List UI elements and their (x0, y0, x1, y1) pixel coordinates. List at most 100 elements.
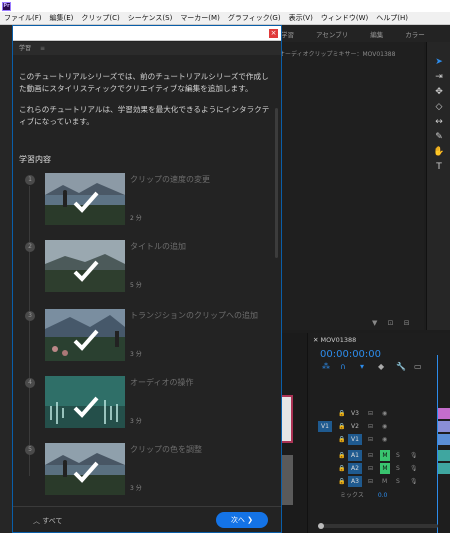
panel-menu-icon[interactable]: ≡ (40, 45, 45, 52)
insert-icon[interactable]: ⊡ (388, 319, 394, 327)
linked-selection-icon[interactable]: ∩ (340, 362, 346, 371)
timeline-scrollbar[interactable] (318, 523, 438, 529)
menu-help[interactable]: ヘルプ(H) (372, 13, 412, 23)
overwrite-icon[interactable]: ⊟ (404, 319, 410, 327)
next-button[interactable]: 次へ ❯ (216, 512, 268, 528)
sync-lock-icon[interactable]: ⊟ (368, 434, 373, 446)
workspace-tab-assembly[interactable]: アセンブリ (305, 29, 359, 39)
type-tool-icon[interactable]: T (432, 161, 446, 173)
mute-button[interactable]: M (380, 463, 390, 474)
menu-sequence[interactable]: シーケンス(S) (124, 13, 177, 23)
marker-icon[interactable]: ◆ (378, 362, 384, 371)
track-select-tool-icon[interactable]: ⇥ (432, 71, 446, 83)
sync-lock-icon[interactable]: ⊟ (368, 476, 373, 488)
step-number: 3 (25, 311, 35, 321)
tutorial-title: クリップの速度の変更 (130, 175, 210, 184)
menu-view[interactable]: 表示(V) (285, 13, 317, 23)
learn-scrollbar[interactable] (275, 108, 278, 258)
sync-lock-icon[interactable]: ⊟ (368, 450, 373, 462)
track-v1: 🔒 V1 ⊟ ◉ (312, 434, 450, 446)
eye-icon[interactable]: ◉ (382, 421, 387, 433)
lock-icon[interactable]: 🔒 (338, 408, 345, 420)
clip[interactable] (438, 450, 450, 461)
step-number: 2 (25, 242, 35, 252)
eye-icon[interactable]: ◉ (382, 408, 387, 420)
menu-marker[interactable]: マーカー(M) (176, 13, 224, 23)
see-all-link[interactable]: ︿ すべて (33, 516, 62, 526)
snap-icon[interactable]: ⁂ (322, 362, 330, 371)
clip[interactable] (438, 463, 450, 474)
close-button[interactable]: × (269, 29, 278, 38)
solo-button[interactable]: S (396, 463, 400, 475)
hand-tool-icon[interactable]: ✋ (432, 146, 446, 158)
track-label[interactable]: A1 (348, 450, 362, 461)
track-label[interactable]: A2 (348, 463, 362, 474)
mic-icon[interactable]: 🎙 (410, 463, 418, 475)
timeline-tab[interactable]: ✕ MOV01388 (313, 336, 356, 344)
mix-value[interactable]: 0.0 (378, 492, 388, 499)
tutorial-item[interactable]: 3 トランジションのクリップへの追加 3 分 (21, 309, 271, 364)
menu-file[interactable]: ファイル(F) (0, 13, 46, 23)
chevron-up-icon: ︿ (33, 517, 40, 525)
close-icon[interactable]: ✕ (313, 336, 318, 344)
tutorial-item[interactable]: 1 クリップの速度の変更 2 分 (21, 173, 271, 228)
lock-icon[interactable]: 🔒 (338, 476, 345, 488)
clip[interactable] (438, 434, 450, 445)
pen-tool-icon[interactable]: ✎ (432, 131, 446, 143)
tutorial-item[interactable]: 4 オーディオの操作 3 分 (21, 376, 271, 431)
mute-button[interactable]: M (380, 450, 390, 461)
tutorial-duration: 3 分 (130, 485, 142, 492)
girl-lake-icon (45, 173, 125, 225)
wrench-icon[interactable]: 🔧 (396, 362, 406, 371)
waveform-icon (45, 376, 125, 428)
filter-icon[interactable]: ▼ (372, 319, 377, 327)
panel-controls: ▼ ⊡ ⊟ (372, 319, 410, 327)
menu-clip[interactable]: クリップ(C) (77, 13, 123, 23)
captions-icon[interactable]: ▭ (414, 362, 422, 371)
solo-button[interactable]: S (396, 450, 400, 462)
mix-label: ミックス (340, 492, 364, 499)
menu-edit[interactable]: 編集(E) (46, 13, 78, 23)
clip[interactable] (438, 408, 450, 419)
clip[interactable] (438, 421, 450, 432)
tutorial-title: トランジションのクリップへの追加 (130, 311, 258, 320)
tutorial-item[interactable]: 2 タイトルの追加 5 分 (21, 240, 271, 295)
slip-tool-icon[interactable]: ↔ (432, 116, 446, 128)
audio-clip-mixer-panel (270, 42, 424, 330)
track-label[interactable]: V3 (348, 408, 362, 419)
ripple-edit-tool-icon[interactable]: ✥ (432, 86, 446, 98)
sync-lock-icon[interactable]: ⊟ (368, 463, 373, 475)
tutorial-duration: 3 分 (130, 418, 142, 425)
tab-learn[interactable]: 学習 ≡ (13, 42, 281, 55)
lock-icon[interactable]: 🔒 (338, 450, 345, 462)
lock-icon[interactable]: 🔒 (338, 434, 345, 446)
sync-lock-icon[interactable]: ⊟ (368, 421, 373, 433)
selection-tool-icon[interactable]: ➤ (432, 56, 446, 68)
mute-button[interactable]: M (382, 476, 387, 488)
eye-icon[interactable]: ◉ (382, 434, 387, 446)
learn-panel-header: × (13, 26, 281, 41)
timeline-timecode[interactable]: 00:00:00:00 (320, 349, 381, 360)
workspace-tab-edit[interactable]: 編集 (359, 29, 394, 39)
lock-icon[interactable]: 🔒 (338, 463, 345, 475)
tutorial-item[interactable]: 5 クリップの色を調整 3 分 (21, 443, 271, 498)
next-label: 次へ (230, 516, 245, 524)
tutorial-duration: 2 分 (130, 215, 142, 222)
intro-paragraph: このチュートリアルシリーズでは、前のチュートリアルシリーズで作成した動画にスタイ… (19, 72, 269, 93)
track-label[interactable]: A3 (348, 476, 362, 487)
sync-lock-icon[interactable]: ⊟ (368, 408, 373, 420)
menu-graphics[interactable]: グラフィック(G) (224, 13, 285, 23)
track-label[interactable]: V2 (348, 421, 362, 432)
lock-icon[interactable]: 🔒 (338, 421, 345, 433)
mic-icon[interactable]: 🎙 (410, 476, 418, 488)
menu-window[interactable]: ウィンドウ(W) (317, 13, 372, 23)
sequence-name: MOV01388 (320, 336, 357, 344)
track-label[interactable]: V1 (348, 434, 362, 445)
learn-footer: ︿ すべて 次へ ❯ (13, 506, 281, 532)
add-marker-icon[interactable]: ▾ (360, 362, 364, 371)
solo-button[interactable]: S (396, 476, 400, 488)
workspace-tab-color[interactable]: カラー (394, 29, 436, 39)
source-patch[interactable]: V1 (318, 421, 332, 432)
mic-icon[interactable]: 🎙 (410, 450, 418, 462)
razor-tool-icon[interactable]: ◇ (432, 101, 446, 113)
